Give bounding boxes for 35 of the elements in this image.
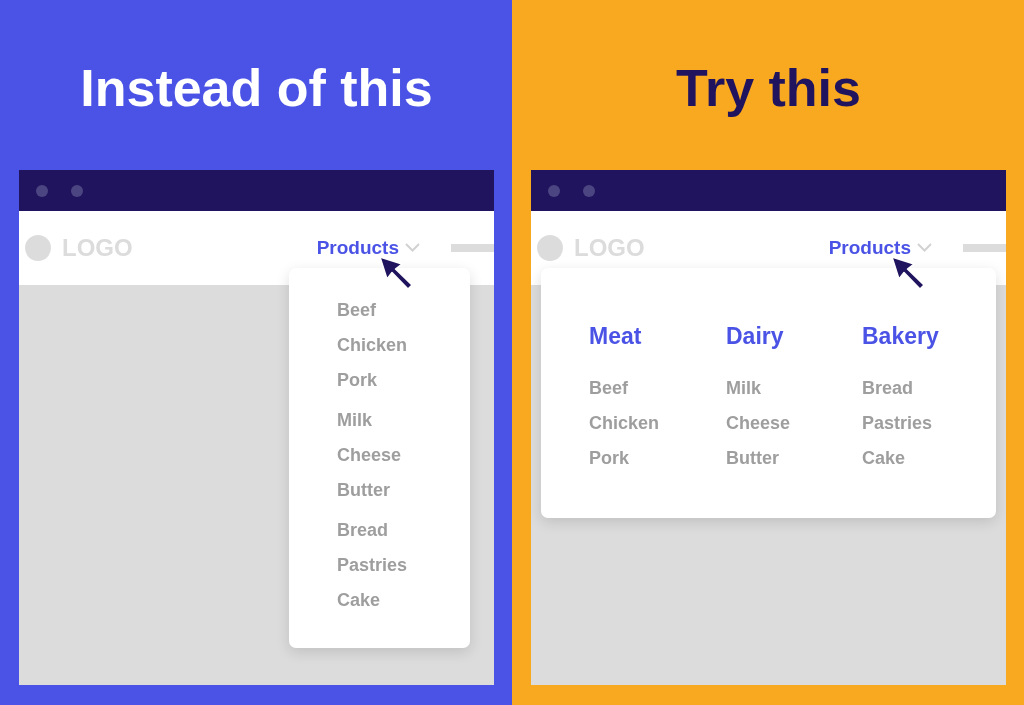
window-dot-icon <box>583 184 595 197</box>
menu-item[interactable]: Milk <box>726 371 761 406</box>
window-dot-icon <box>548 184 560 197</box>
window-dot-icon <box>36 184 48 197</box>
menu-item[interactable]: Butter <box>726 441 779 476</box>
chevron-down-icon <box>405 243 420 253</box>
menu-item[interactable]: Bread <box>862 371 914 406</box>
chevron-down-icon <box>917 243 932 253</box>
menu-item[interactable]: Pastries <box>862 406 933 441</box>
category-heading: Meat <box>589 322 642 351</box>
menu-item[interactable]: Beef <box>589 371 628 406</box>
menu-item[interactable]: Cake <box>337 583 381 618</box>
window-dot-icon <box>71 184 83 197</box>
menu-item[interactable]: Milk <box>337 403 372 438</box>
nav-placeholder-bar <box>963 244 1006 252</box>
logo-circle-icon <box>25 235 51 261</box>
menu-item[interactable]: Cheese <box>726 406 791 441</box>
panel-title: Instead of this <box>80 60 433 118</box>
menu-item[interactable]: Bread <box>337 513 389 548</box>
menu-item[interactable]: Pork <box>589 441 630 476</box>
menu-item[interactable]: Chicken <box>589 406 660 441</box>
menu-item[interactable]: Pork <box>337 363 378 398</box>
panel-title: Try this <box>676 60 861 118</box>
nav-placeholder-bar <box>451 244 494 252</box>
menu-item[interactable]: Cheese <box>337 438 402 473</box>
products-menu-button[interactable]: Products <box>316 236 420 260</box>
menu-item[interactable]: Chicken <box>337 328 408 363</box>
products-menu-button[interactable]: Products <box>828 236 932 260</box>
menu-item[interactable]: Pastries <box>337 548 408 583</box>
menu-item[interactable]: Butter <box>337 473 390 508</box>
menu-item[interactable]: Beef <box>337 293 376 328</box>
logo-circle-icon <box>537 235 563 261</box>
category-heading: Dairy <box>726 322 784 351</box>
category-heading: Bakery <box>862 322 939 351</box>
menu-item[interactable]: Cake <box>862 441 906 476</box>
